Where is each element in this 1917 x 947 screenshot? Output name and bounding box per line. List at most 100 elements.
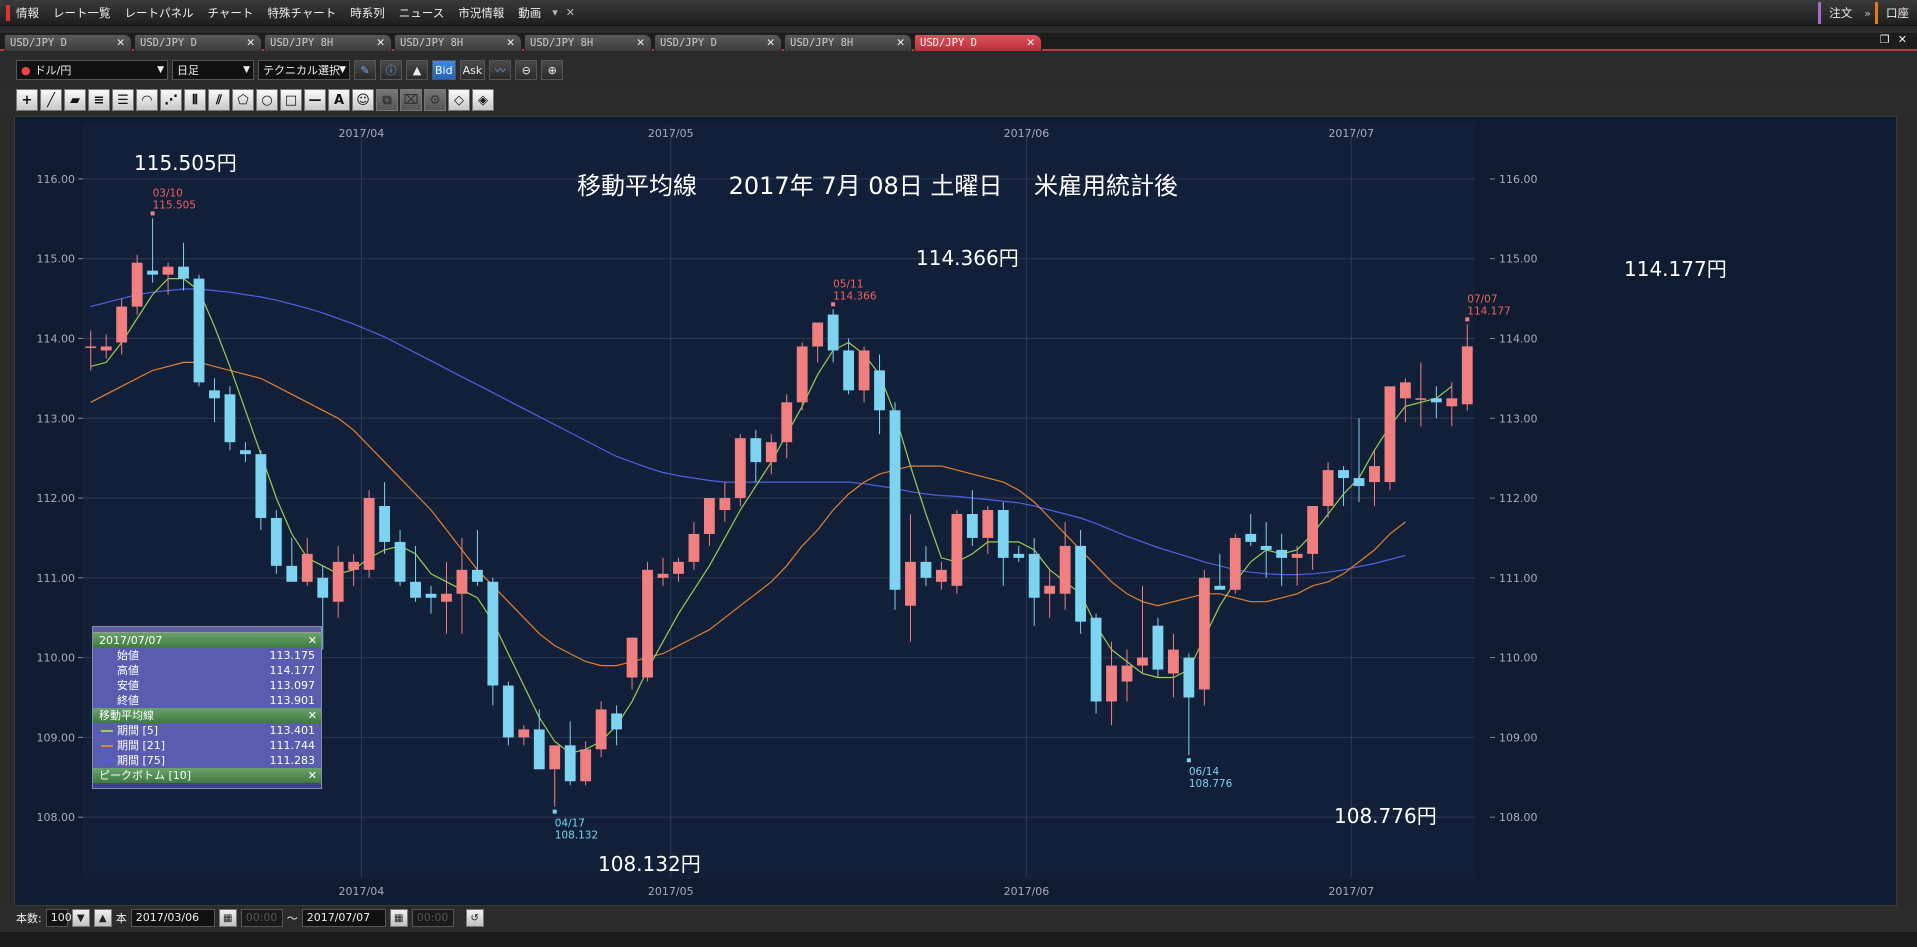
wave-icon[interactable]: 〰 — [489, 60, 512, 80]
fan-icon[interactable]: ⋰ — [160, 89, 182, 111]
y-tick-label-right: 113.00 — [1499, 412, 1538, 425]
close-tab-icon[interactable]: ✕ — [506, 35, 515, 51]
horizontal-line-icon[interactable]: — — [304, 89, 326, 111]
stamp-icon[interactable]: ☺ — [352, 89, 374, 111]
candle-body — [209, 390, 220, 399]
close-icon[interactable]: ✕ — [308, 768, 317, 783]
ohlc-row-low: 安値 113.097 — [93, 678, 321, 693]
chart-tab[interactable]: USD/JPY D ✕ — [654, 34, 782, 51]
close-window-icon[interactable]: ✕ — [1898, 33, 1907, 46]
menu-item-chart[interactable]: チャート — [201, 5, 261, 21]
menu-item-video[interactable]: 動画 — [511, 5, 548, 21]
fibonacci-icon[interactable]: ☰ — [112, 89, 134, 111]
chart-tab[interactable]: USD/JPY D ✕ — [134, 34, 262, 51]
tab-label: USD/JPY D — [660, 37, 717, 49]
order-button[interactable]: 注文 — [1818, 2, 1860, 24]
pen-icon[interactable]: ✎ — [354, 60, 376, 80]
close-tab-icon[interactable]: ✕ — [1026, 35, 1035, 51]
y-tick-label-right: 115.00 — [1499, 253, 1538, 266]
refresh-icon[interactable]: ↺ — [465, 909, 484, 927]
candle-body — [874, 370, 885, 411]
menu-item-rate-panel[interactable]: レートパネル — [118, 5, 201, 21]
copy-icon: ⧉ — [376, 89, 398, 111]
eraser-all-icon[interactable]: ◈ — [472, 89, 494, 111]
candle-body — [595, 709, 607, 750]
chart-tab[interactable]: USD/JPY 8H ✕ — [524, 34, 652, 51]
info-icon[interactable]: ⓘ — [380, 60, 402, 80]
candle-body — [1013, 553, 1025, 558]
trendline-icon[interactable]: ╱ — [40, 89, 62, 111]
currency-select[interactable]: ● ドル/円 ▼ — [16, 60, 168, 80]
chart-tab-active[interactable]: USD/JPY D ✕ — [914, 34, 1042, 51]
candle-body — [286, 565, 298, 582]
close-tab-icon[interactable]: ✕ — [116, 35, 125, 51]
close-tab-icon[interactable]: ✕ — [246, 35, 255, 51]
candle-body — [827, 314, 839, 351]
close-icon[interactable]: ✕ — [308, 708, 317, 723]
zoom-out-icon[interactable]: ⊖ — [515, 60, 538, 80]
to-date-input[interactable]: 2017/07/07 — [301, 909, 386, 927]
bid-button[interactable]: Bid — [432, 60, 456, 80]
timeframe-select[interactable]: 日足 ▼ — [172, 60, 254, 80]
close-tab-icon[interactable]: ✕ — [896, 35, 905, 51]
candle-body — [1214, 585, 1226, 590]
drawing-toolbar: + ╱ ▰ ≡ ☰ ◠ ⋰ ⦀ ⫽ ⬠ ○ □ — A ☺ ⧉ ⌧ ⚙ ◇ ◈ — [0, 87, 1917, 113]
menu-dropdown-icon[interactable]: ▾ — [548, 6, 562, 19]
technical-select[interactable]: テクニカル選択 ▼ — [258, 60, 350, 80]
rectangle-icon[interactable]: □ — [280, 89, 302, 111]
from-date-input[interactable]: 2017/03/06 — [130, 909, 215, 927]
close-tab-icon[interactable]: ✕ — [636, 35, 645, 51]
menu-item-rate-list[interactable]: レート一覧 — [46, 5, 118, 21]
zoom-in-icon[interactable]: ⊕ — [541, 60, 564, 80]
menu-item-market-info[interactable]: 市況情報 — [451, 5, 511, 21]
menu-item-special-chart[interactable]: 特殊チャート — [260, 5, 343, 21]
channel-icon[interactable]: ≡ — [88, 89, 110, 111]
to-time-input: 00:00 — [411, 909, 454, 927]
chart-tab[interactable]: USD/JPY D ✕ — [4, 34, 132, 51]
technical-value: テクニカル選択 — [263, 64, 340, 77]
data-window-panel[interactable]: 2017/07/07 ✕ 始値 113.175 高値 114.177 安値 113.09… — [92, 626, 322, 789]
candle-body — [162, 266, 174, 275]
menu-close-icon[interactable]: ✕ — [562, 6, 579, 19]
vertical-lines-icon[interactable]: ⦀ — [184, 89, 206, 111]
circle-icon[interactable]: ○ — [256, 89, 278, 111]
arc-icon[interactable]: ◠ — [136, 89, 158, 111]
close-tab-icon[interactable]: ✕ — [766, 35, 775, 51]
menu-item-news[interactable]: ニュース — [392, 5, 451, 21]
candle-body — [611, 713, 623, 730]
close-icon[interactable]: ✕ — [308, 633, 317, 648]
expand-icon[interactable]: » — [1860, 7, 1875, 20]
count-input[interactable]: 100 — [45, 909, 72, 927]
chart-tab[interactable]: USD/JPY 8H ✕ — [784, 34, 912, 51]
tab-label: USD/JPY D — [140, 37, 197, 49]
pentagon-icon[interactable]: ⬠ — [232, 89, 254, 111]
x-tick-label-top: 2017/07 — [1328, 127, 1374, 140]
calendar-icon[interactable]: ▦ — [218, 909, 237, 927]
ruler-icon[interactable]: ▰ — [64, 89, 86, 111]
eraser-icon[interactable]: ◇ — [448, 89, 470, 111]
count-down-icon[interactable]: ▼ — [71, 909, 90, 927]
ohlc-value: 114.177 — [269, 664, 316, 677]
candle-body — [301, 553, 313, 582]
text-icon[interactable]: A — [328, 89, 350, 111]
candle-body — [410, 581, 421, 598]
menu-item-info[interactable]: 情報 — [6, 4, 46, 21]
bottom-marker — [552, 809, 557, 814]
crosshair-icon[interactable]: + — [16, 89, 38, 111]
pitchfork-icon[interactable]: ⫽ — [208, 89, 230, 111]
panel-date: 2017/07/07 — [99, 634, 163, 647]
candle-body — [843, 350, 855, 391]
area-chart-icon[interactable]: ▲ — [406, 60, 428, 80]
chart-tab[interactable]: USD/JPY 8H ✕ — [394, 34, 522, 51]
candle-body — [178, 266, 189, 279]
restore-icon[interactable]: ❐ — [1880, 33, 1890, 46]
count-up-icon[interactable]: ▲ — [93, 909, 112, 927]
ask-button[interactable]: Ask — [459, 60, 486, 80]
menu-item-time-series[interactable]: 時系列 — [343, 5, 392, 21]
y-tick-label-right: 114.00 — [1499, 332, 1538, 345]
chart-tab[interactable]: USD/JPY 8H ✕ — [264, 34, 392, 51]
account-button[interactable]: 口座 — [1875, 2, 1917, 24]
close-tab-icon[interactable]: ✕ — [376, 35, 385, 51]
y-tick-label-right: 112.00 — [1499, 492, 1538, 505]
calendar-icon[interactable]: ▦ — [389, 909, 408, 927]
